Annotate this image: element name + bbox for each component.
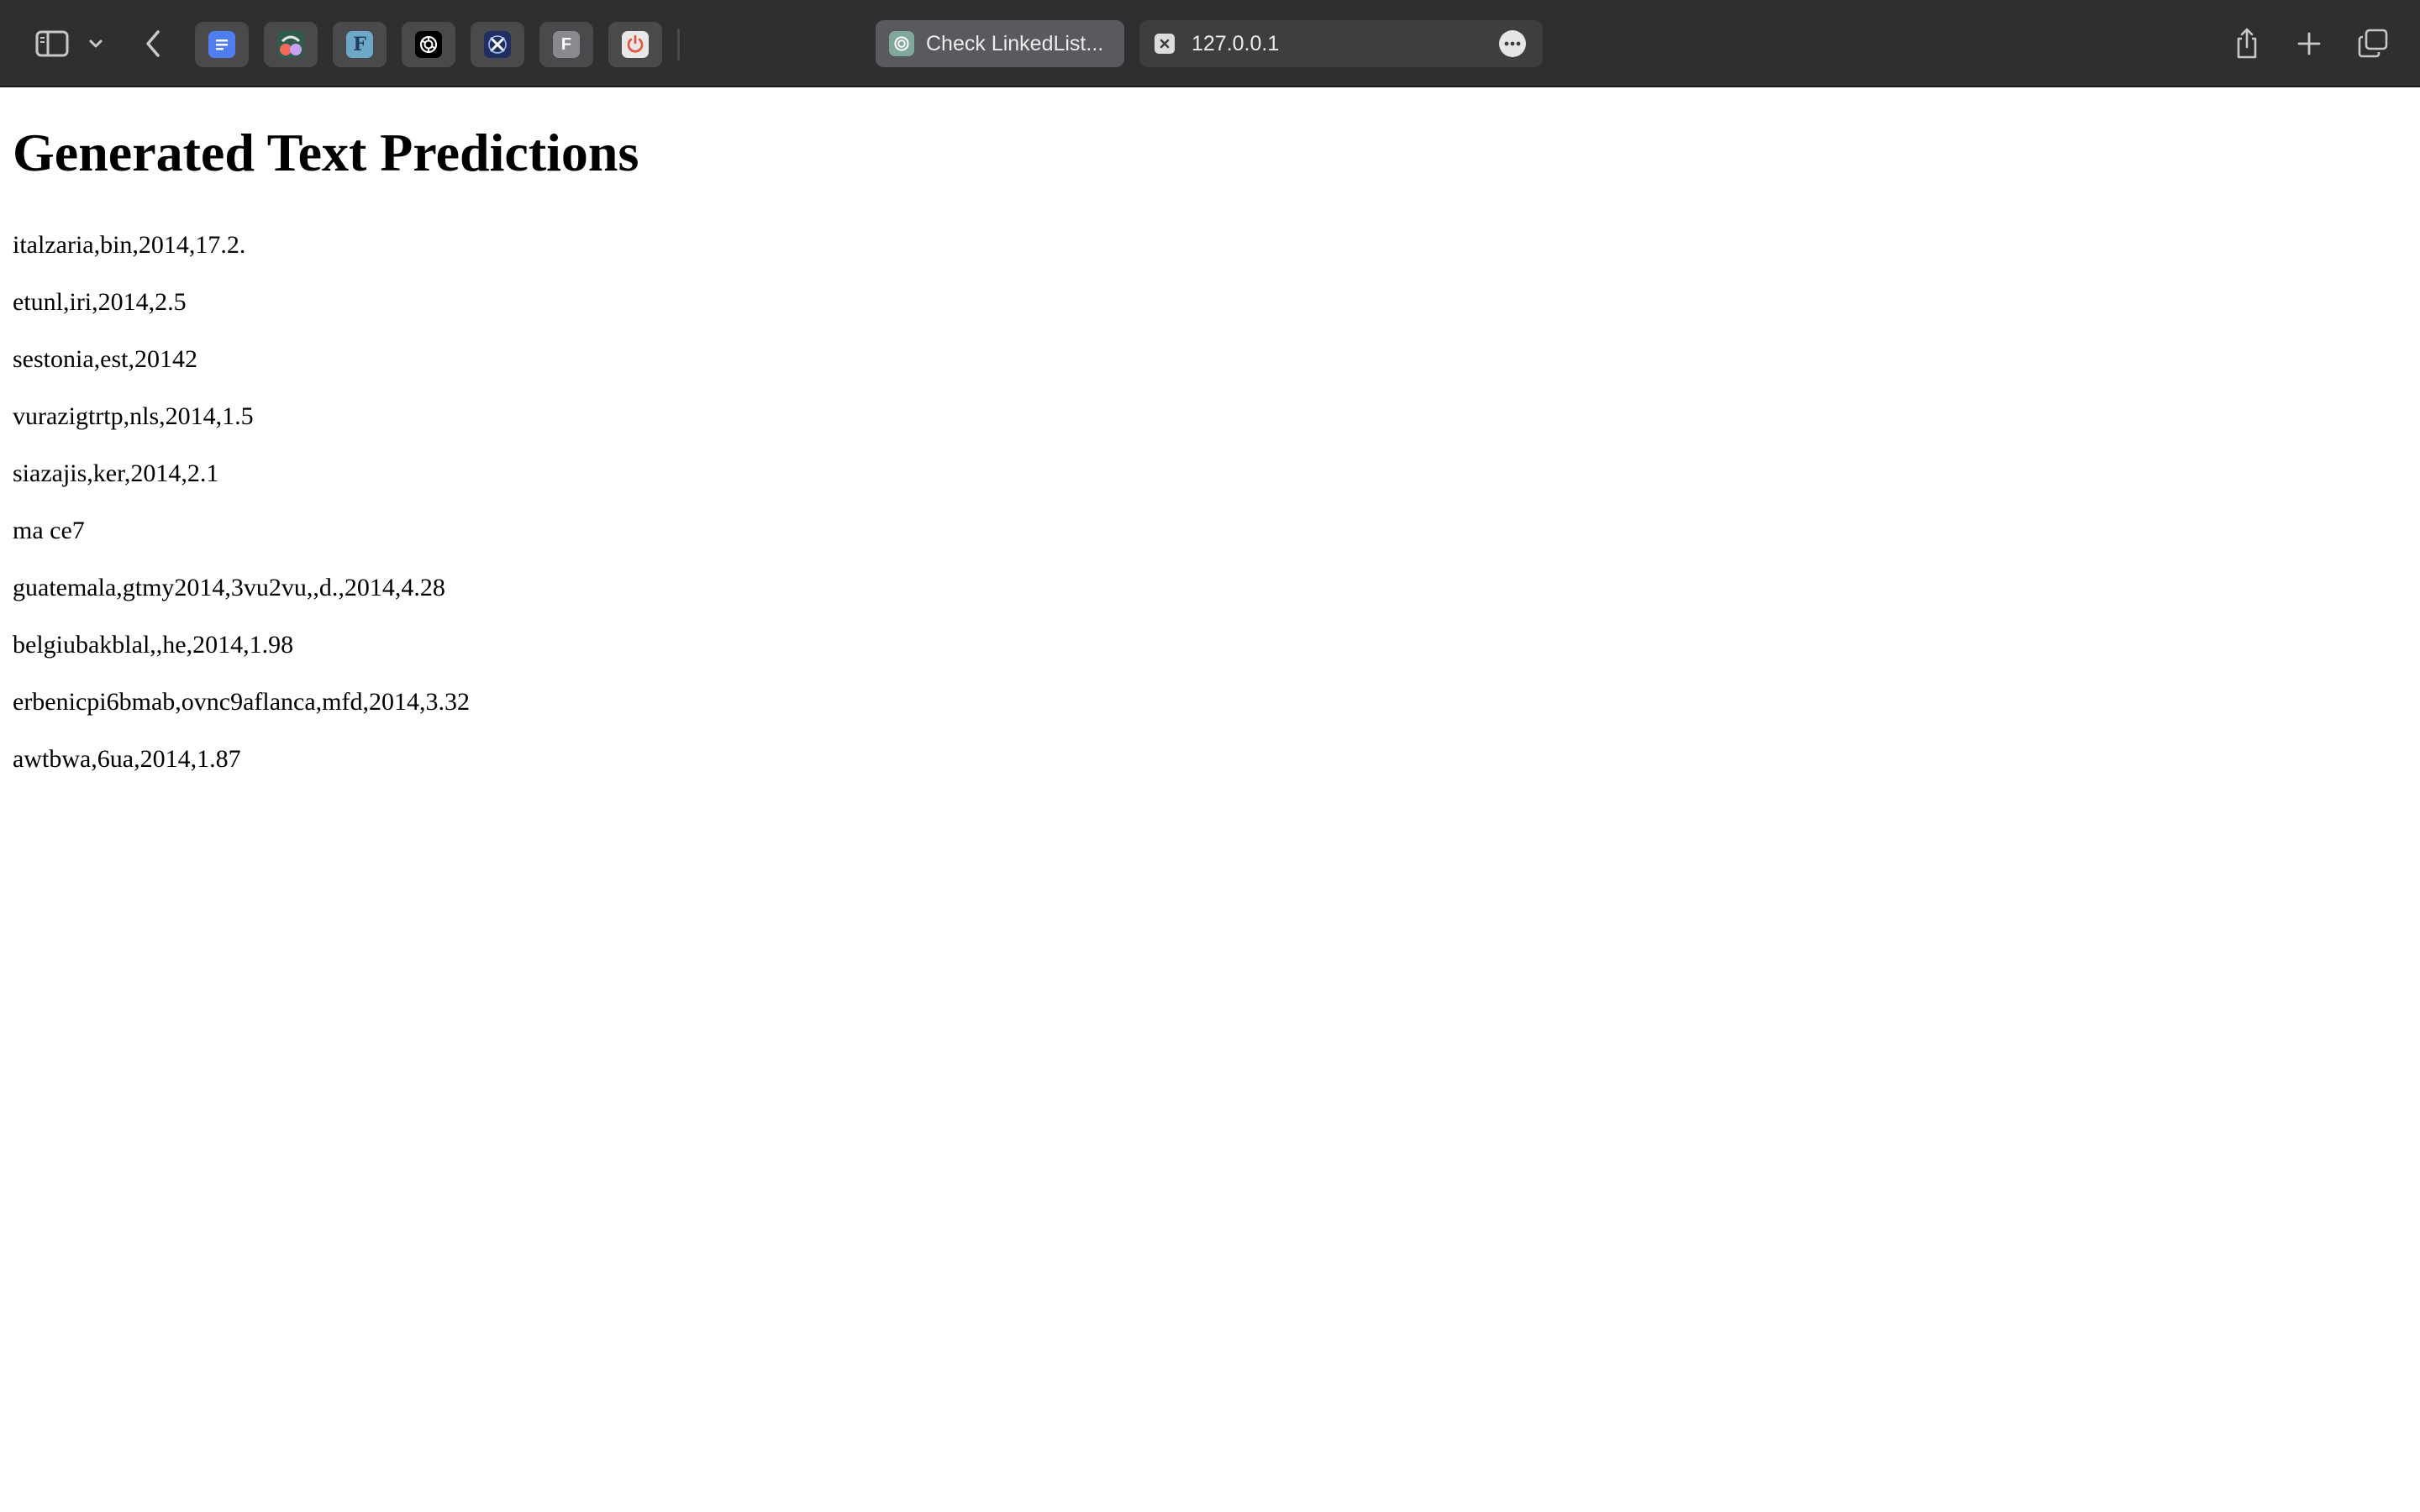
prediction-line: awtbwa,6ua,2014,1.87 [13,745,241,773]
toolbar-divider [677,29,680,60]
favorite-f-gray[interactable]: F [539,22,593,67]
more-options-icon[interactable] [1499,30,1526,57]
tab-localhost[interactable]: 127.0.0.1 [1139,20,1543,67]
prediction-list: italzaria,bin,2014,17.2. etunl,iri,2014,… [13,217,470,788]
favorite-docs[interactable] [195,22,249,67]
x-app-icon [484,31,511,58]
tab-label: 127.0.0.1 [1192,31,1280,55]
docs-icon [208,31,235,58]
page-content: Generated Text Predictions italzaria,bin… [0,89,2420,1512]
tab-overview-icon[interactable] [2354,25,2391,62]
f-blue-icon: F [346,31,373,58]
power-icon [622,31,649,58]
prediction-line: italzaria,bin,2014,17.2. [13,231,246,259]
prediction-line: belgiubakblal,,he,2014,1.98 [13,631,294,659]
favorite-app[interactable] [264,22,318,67]
favorite-power[interactable] [608,22,662,67]
app-icon [277,31,304,58]
sidebar-toggle-icon[interactable] [32,25,72,62]
prediction-line: erbenicpi6bmab,ovnc9aflanca,mfd,2014,3.3… [13,688,470,716]
favorite-chatgpt[interactable] [402,22,455,67]
favorite-f-blue[interactable]: F [333,22,387,67]
page-title: Generated Text Predictions [13,123,639,182]
close-icon[interactable] [1155,34,1175,54]
f-gray-icon: F [553,31,580,58]
chevron-down-icon[interactable] [86,32,106,55]
back-icon[interactable] [138,25,168,62]
prediction-line: ma ce7 [13,517,85,544]
prediction-line: sestonia,est,20142 [13,345,197,373]
prediction-line: siazajis,ker,2014,2.1 [13,459,219,487]
tab-label: Check LinkedList... [926,31,1104,55]
prediction-line: guatemala,gtmy2014,3vu2vu,,d.,2014,4.28 [13,574,445,601]
tab-chatgpt[interactable]: Check LinkedList... [876,20,1124,67]
favorite-x-app[interactable] [471,22,524,67]
share-icon[interactable] [2230,24,2264,64]
chatgpt-icon [415,31,442,58]
browser-toolbar: F F Check LinkedList... 127.0.0.1 [0,0,2420,87]
prediction-line: etunl,iri,2014,2.5 [13,288,187,316]
chatgpt-icon [889,31,914,56]
new-tab-icon[interactable] [2292,27,2326,60]
prediction-line: vurazigtrtp,nls,2014,1.5 [13,402,254,430]
